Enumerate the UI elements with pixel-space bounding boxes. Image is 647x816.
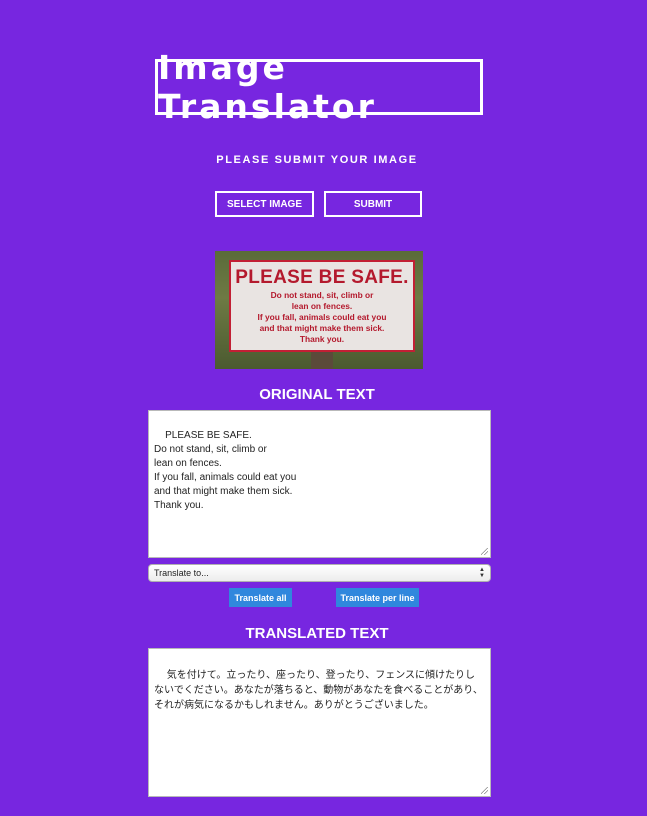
- page-title: Image Translator: [158, 48, 377, 126]
- select-image-button[interactable]: SELECT IMAGE: [215, 191, 314, 217]
- select-arrows-icon: ▲ ▼: [479, 567, 485, 579]
- translated-text-heading: TRANSLATED TEXT: [245, 625, 389, 642]
- uploaded-image-preview: PLEASE BE SAFE. Do not stand, sit, climb…: [215, 251, 423, 369]
- language-select[interactable]: Translate to... ▲ ▼: [148, 564, 491, 582]
- original-text-content: PLEASE BE SAFE. Do not stand, sit, climb…: [154, 430, 297, 511]
- sign-line: Do not stand, sit, climb or: [270, 290, 374, 300]
- translate-all-button[interactable]: Translate all: [229, 588, 292, 607]
- translate-per-line-button[interactable]: Translate per line: [336, 588, 419, 607]
- sign-headline: PLEASE BE SAFE.: [235, 267, 409, 288]
- translated-text-content: 気を付けて。立ったり、座ったり、登ったり、フェンスに傾けたりしないでください。あ…: [154, 670, 483, 711]
- sign-line: lean on fences.: [291, 301, 353, 311]
- original-text-area[interactable]: PLEASE BE SAFE. Do not stand, sit, climb…: [148, 410, 491, 558]
- submit-instructions: PLEASE SUBMIT YOUR IMAGE: [216, 154, 418, 166]
- translated-text-area[interactable]: 気を付けて。立ったり、座ったり、登ったり、フェンスに傾けたりしないでください。あ…: [148, 648, 491, 797]
- title-box: Image Translator: [155, 48, 483, 126]
- resize-grip-icon[interactable]: [481, 548, 488, 555]
- sign-line: Thank you.: [299, 334, 345, 344]
- sign-board: PLEASE BE SAFE. Do not stand, sit, climb…: [229, 260, 415, 352]
- resize-grip-icon[interactable]: [481, 787, 488, 794]
- submit-button[interactable]: SUBMIT: [324, 191, 422, 217]
- page: Image Translator PLEASE SUBMIT YOUR IMAG…: [0, 0, 647, 816]
- original-text-heading: ORIGINAL TEXT: [259, 386, 375, 403]
- language-select-value: Translate to...: [154, 568, 209, 578]
- sign-line: and that might make them sick.: [259, 323, 385, 333]
- sign-line: If you fall, animals could eat you: [257, 312, 387, 322]
